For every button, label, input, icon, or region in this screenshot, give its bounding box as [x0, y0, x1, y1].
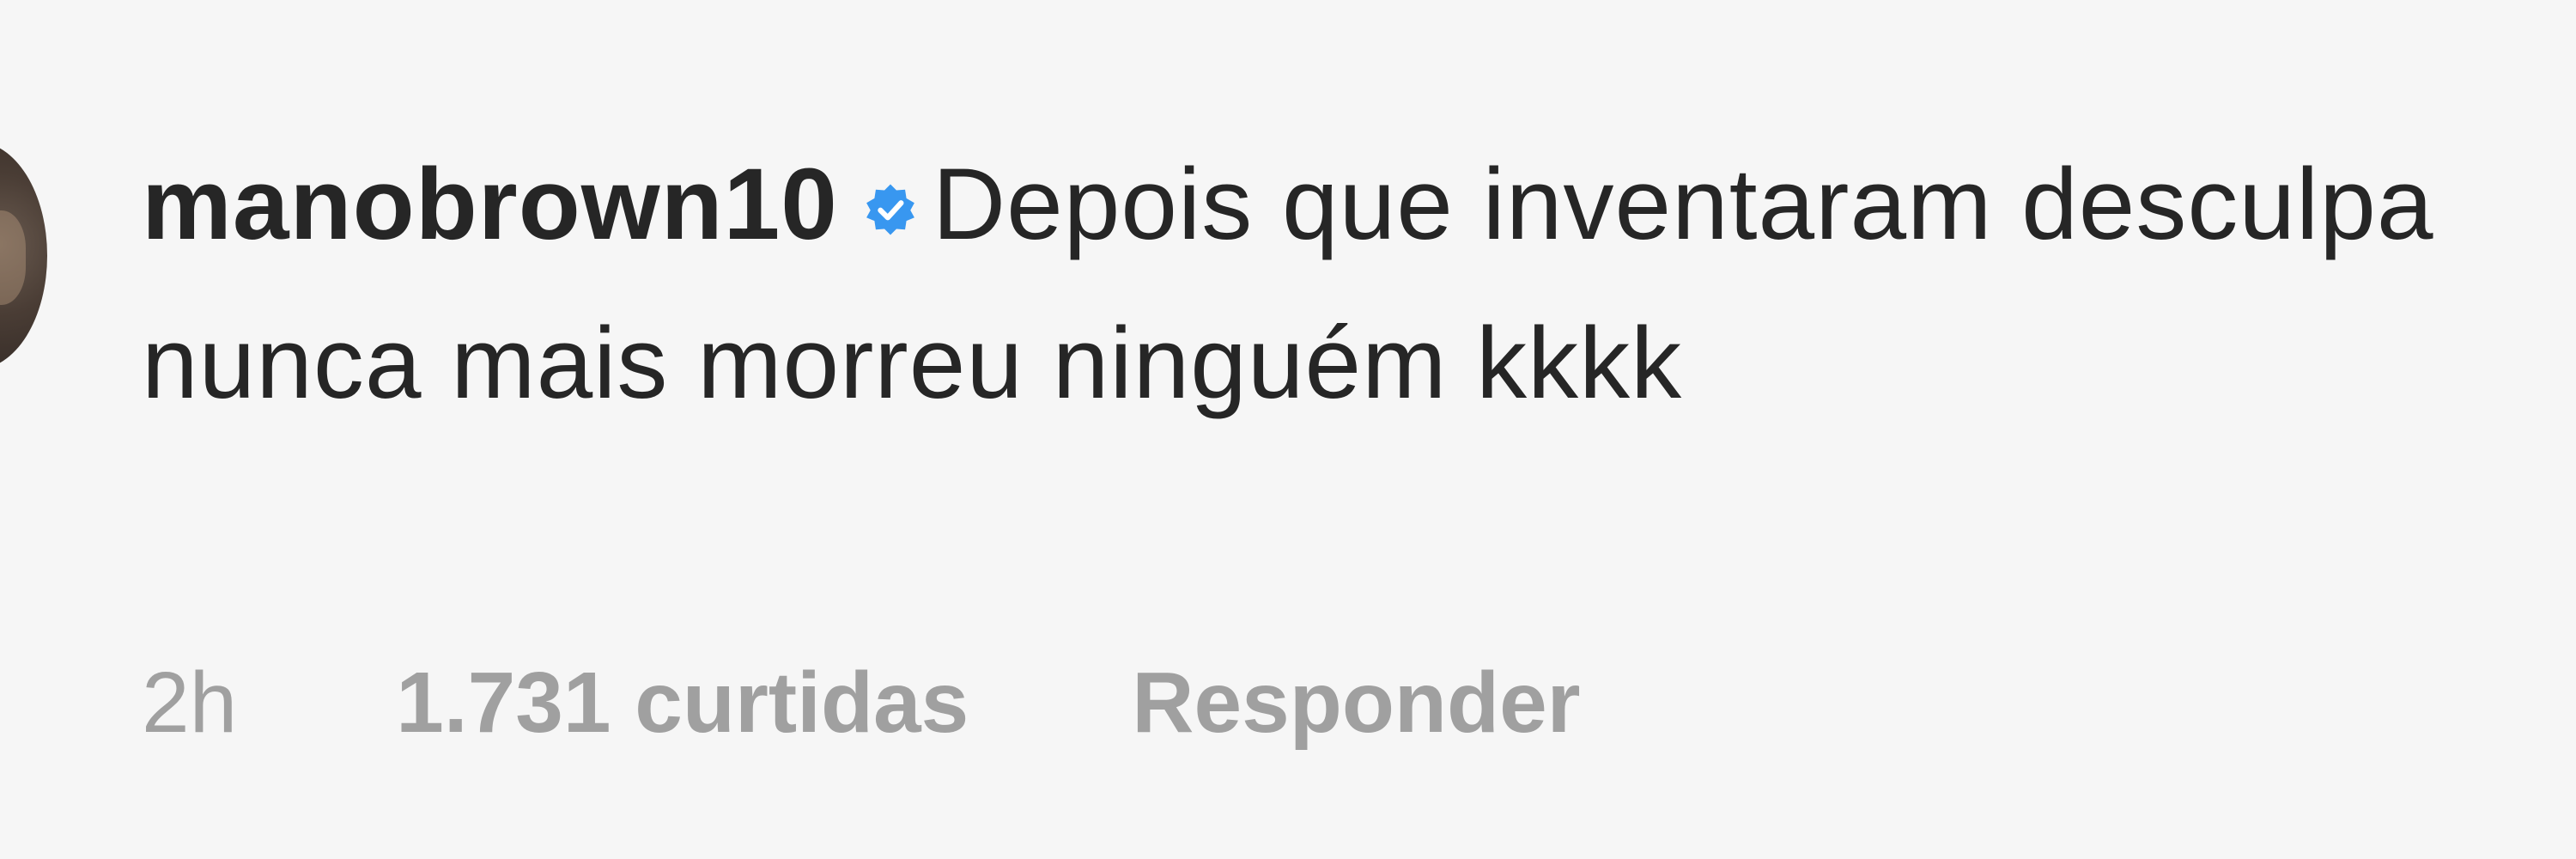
avatar[interactable] [0, 142, 47, 369]
likes-count-link[interactable]: 1.731 curtidas [396, 651, 969, 754]
username-link[interactable]: manobrown10 [142, 148, 838, 261]
reply-button[interactable]: Responder [1132, 651, 1580, 754]
comment: manobrown10 Depois que inventaram descul… [0, 0, 2576, 859]
verified-badge-icon [864, 126, 917, 277]
comment-text: manobrown10 Depois que inventaram descul… [142, 129, 2546, 439]
comment-timestamp[interactable]: 2h [142, 651, 237, 754]
comment-meta: 2h 1.731 curtidas Responder [142, 651, 1581, 754]
